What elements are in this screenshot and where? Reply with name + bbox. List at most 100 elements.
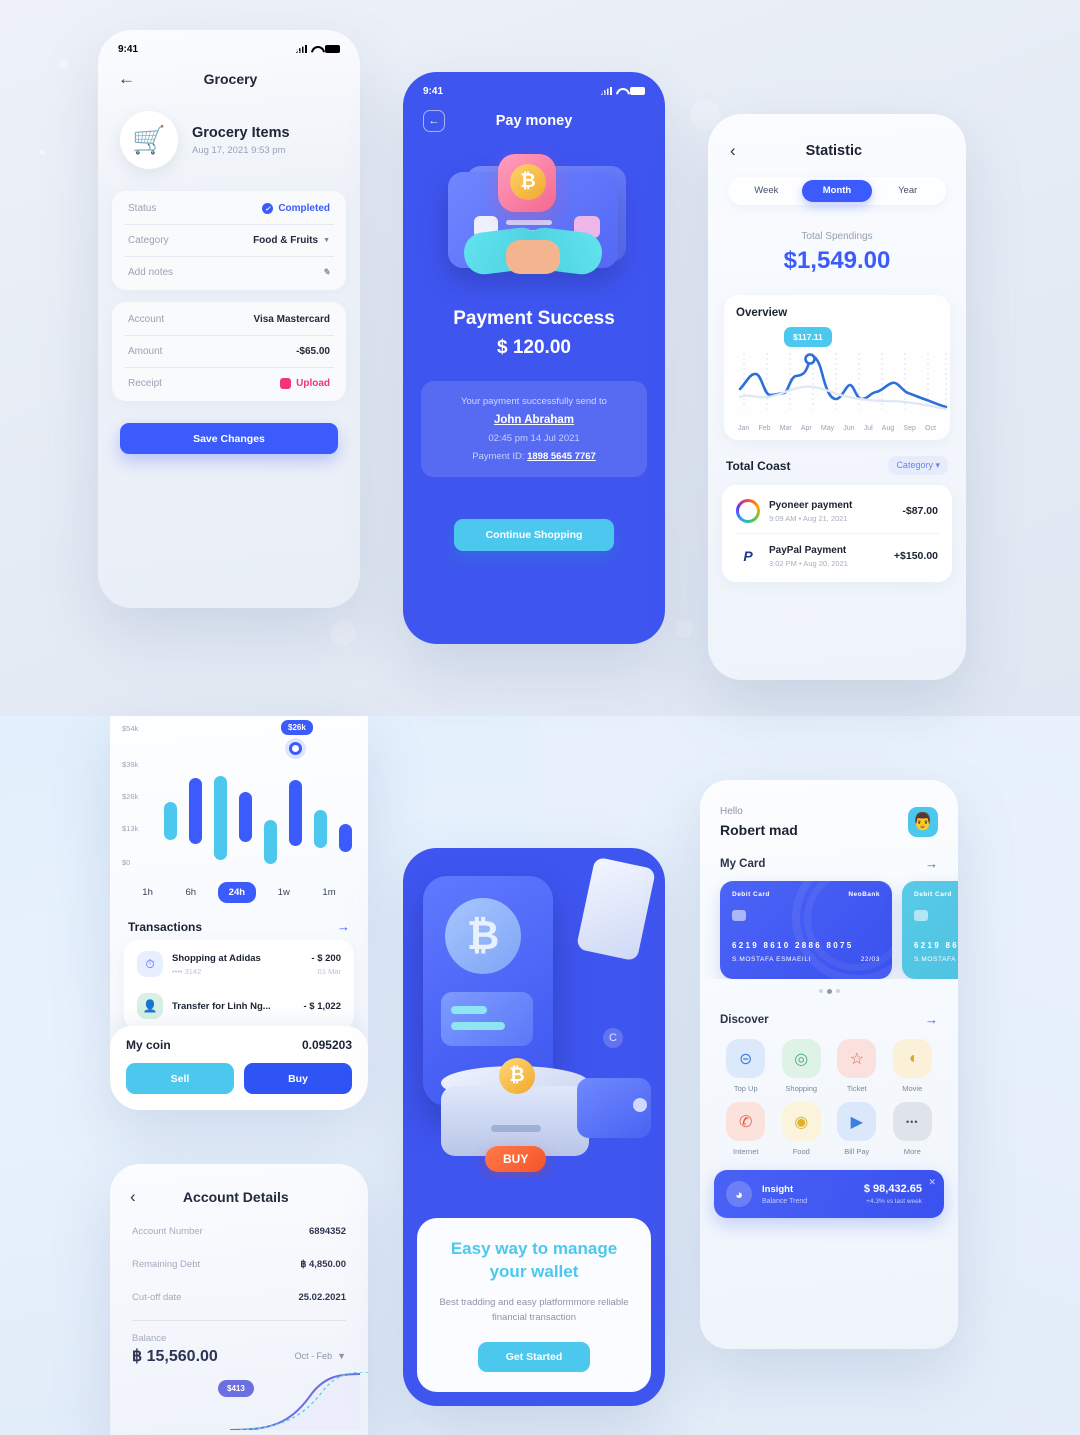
- item-date: Aug 17, 2021 9:53 pm: [192, 144, 286, 156]
- discover-item-topup[interactable]: ⊝ Top Up: [718, 1039, 774, 1093]
- wallet-title: Easy way to manage your wallet: [435, 1238, 633, 1284]
- screen-dashboard: Hello Robert mad 👨 My Card → Debit Card …: [700, 780, 958, 1349]
- user-name: Robert mad: [720, 822, 798, 838]
- discover-item-shopping[interactable]: ◎ Shopping: [774, 1039, 830, 1093]
- wallet-subtitle: Best tradding and easy platformmore reli…: [439, 1296, 629, 1323]
- detail-row-receipt[interactable]: Receipt Upload: [124, 368, 334, 399]
- card-line: [451, 1022, 505, 1030]
- insight-change: +4.3% vs last week: [866, 1198, 922, 1205]
- month-label: Jun: [843, 425, 855, 432]
- chevron-down-icon: ▼: [337, 1351, 346, 1361]
- row-value: Visa Mastercard: [253, 314, 330, 325]
- detail-row-amount[interactable]: Amount -$65.00: [124, 336, 334, 368]
- bitcoin-bubble-shape: ₿: [498, 154, 556, 212]
- camera-icon: [280, 378, 292, 389]
- timeframe-1m[interactable]: 1m: [311, 882, 346, 903]
- trading-transactions-list: ⏱ Shopping at Adidas •••• 3142 - $ 200 0…: [124, 940, 354, 1030]
- carousel-dot[interactable]: [835, 989, 840, 993]
- continue-shopping-button[interactable]: Continue Shopping: [454, 519, 614, 551]
- buy-badge[interactable]: BUY: [485, 1146, 547, 1172]
- discover-label: Ticket: [846, 1084, 867, 1093]
- carousel-dot-active[interactable]: [826, 989, 832, 994]
- row-label: Account Number: [132, 1226, 203, 1237]
- transactions-title: Transactions: [128, 919, 203, 934]
- y-axis-label: $39k: [122, 760, 139, 769]
- screen-grocery: 9:41 ← Grocery 🛒 Grocery Items Aug 17, 2…: [98, 30, 360, 608]
- wallet-content-sheet: Easy way to manage your wallet Best trad…: [417, 1217, 651, 1392]
- category-value: Food & Fruits: [253, 235, 319, 246]
- close-icon[interactable]: ✕: [928, 1177, 936, 1188]
- row-value: Food & Fruits ▼: [253, 235, 330, 246]
- avatar-icon: 👤: [137, 993, 163, 1019]
- page-title: Grocery: [203, 70, 258, 87]
- list-item[interactable]: 👤 Transfer for Linh Ng... - $ 1,022: [135, 985, 343, 1027]
- discover-item-movie[interactable]: ◖ Movie: [885, 1039, 941, 1093]
- detail-row-category[interactable]: Category Food & Fruits ▼: [124, 225, 334, 257]
- discover-item-internet[interactable]: ✆ Internet: [718, 1102, 774, 1156]
- c-badge-icon: C: [603, 1028, 623, 1048]
- discover-item-ticket[interactable]: ☆ Ticket: [829, 1039, 885, 1093]
- pie-chart-icon: ◕: [726, 1181, 752, 1207]
- account-row-debt: Remaining Debt ฿ 4,850.00: [110, 1248, 368, 1281]
- timeframe-24h[interactable]: 24h: [217, 882, 257, 903]
- candle-bar: [164, 722, 177, 872]
- chart-month-labels: Jan Feb Mar Apr May Jun Jul Aug Sep Oct: [736, 422, 938, 432]
- discover-item-food[interactable]: ◉ Food: [774, 1102, 830, 1156]
- arrow-right-icon[interactable]: →: [925, 856, 938, 871]
- detail-row-notes[interactable]: Add notes ✎: [124, 257, 334, 288]
- carousel-dot[interactable]: [818, 989, 823, 993]
- tab-month[interactable]: Month: [801, 180, 873, 202]
- row-value: ✓ Completed: [262, 203, 330, 214]
- card-carousel[interactable]: Debit Card NeoBank 6219 8610 2886 8075 S…: [700, 871, 958, 979]
- row-value: -$65.00: [296, 346, 330, 357]
- more-dots-icon: •••: [892, 1102, 932, 1141]
- card-type: Debit Card: [732, 891, 770, 898]
- table-row[interactable]: P PayPal Payment 3:02 PM • Aug 20, 2021 …: [734, 534, 940, 578]
- transaction-name: PayPal Payment: [769, 544, 847, 556]
- status-icons: [601, 87, 645, 95]
- discover-title: Discover: [720, 1013, 769, 1026]
- insight-banner[interactable]: ◕ Insight Balance Trend $ 98,432.65 +4.3…: [714, 1170, 944, 1218]
- title-accent: manage: [552, 1238, 618, 1258]
- month-label: Mar: [779, 425, 792, 432]
- arrow-right-icon[interactable]: →: [925, 1012, 938, 1027]
- timeframe-1w[interactable]: 1w: [267, 882, 301, 903]
- discover-item-more[interactable]: ••• More: [885, 1102, 941, 1156]
- period-selector[interactable]: Oct - Feb ▼: [295, 1351, 346, 1361]
- candle-bar-active[interactable]: $26k: [281, 720, 313, 872]
- candlestick-chart: $54k $39k $26k $13k $0 $26k: [116, 720, 358, 872]
- timeframe-1h[interactable]: 1h: [131, 882, 164, 903]
- timeframe-6h[interactable]: 6h: [174, 882, 207, 903]
- insight-subtitle: Balance Trend: [762, 1197, 808, 1205]
- arrow-right-icon[interactable]: →: [337, 919, 350, 934]
- list-item[interactable]: ⏱ Shopping at Adidas •••• 3142 - $ 200 0…: [135, 943, 343, 985]
- total-coast-title: Total Coast: [726, 458, 791, 473]
- detail-row-account[interactable]: Account Visa Mastercard: [124, 304, 334, 336]
- buy-sell-buttons: Sell Buy: [126, 1063, 352, 1094]
- discover-grid: ⊝ Top Up ◎ Shopping ☆ Ticket ◖ Movie ✆ I…: [700, 1027, 958, 1156]
- bank-card[interactable]: Debit Card 6219 8610 S.MOSTAFA E: [902, 881, 958, 979]
- category-filter-button[interactable]: Category ▾: [888, 456, 948, 475]
- row-value: 25.02.2021: [298, 1292, 346, 1303]
- card-type: Debit Card: [914, 891, 952, 898]
- save-changes-button[interactable]: Save Changes: [120, 423, 338, 454]
- card-chip-icon: [914, 910, 928, 921]
- detail-row-status[interactable]: Status ✓ Completed: [124, 193, 334, 225]
- tab-year[interactable]: Year: [872, 180, 943, 202]
- screen-account-details: ‹ Account Details Account Number 6894352…: [110, 1164, 368, 1435]
- table-row[interactable]: Pyoneer payment 9:09 AM • Aug 21, 2021 -…: [734, 489, 940, 534]
- bank-card[interactable]: Debit Card NeoBank 6219 8610 2886 8075 S…: [720, 881, 892, 979]
- upload-link[interactable]: Upload: [296, 378, 330, 389]
- buy-button[interactable]: Buy: [244, 1063, 352, 1094]
- title-part-2: your wallet: [489, 1261, 579, 1281]
- chevron-down-icon[interactable]: ▼: [323, 237, 330, 244]
- get-started-button[interactable]: Get Started: [478, 1342, 590, 1372]
- edit-pencil-icon[interactable]: ✎: [322, 267, 330, 278]
- sell-button[interactable]: Sell: [126, 1063, 234, 1094]
- tab-week[interactable]: Week: [731, 180, 802, 202]
- decor-dot: [60, 60, 68, 68]
- user-avatar-icon[interactable]: 👨: [908, 807, 938, 837]
- payoneer-ring-icon: [736, 499, 760, 523]
- discover-item-billpay[interactable]: ▶ Bill Pay: [829, 1102, 885, 1156]
- card-line: [506, 220, 552, 225]
